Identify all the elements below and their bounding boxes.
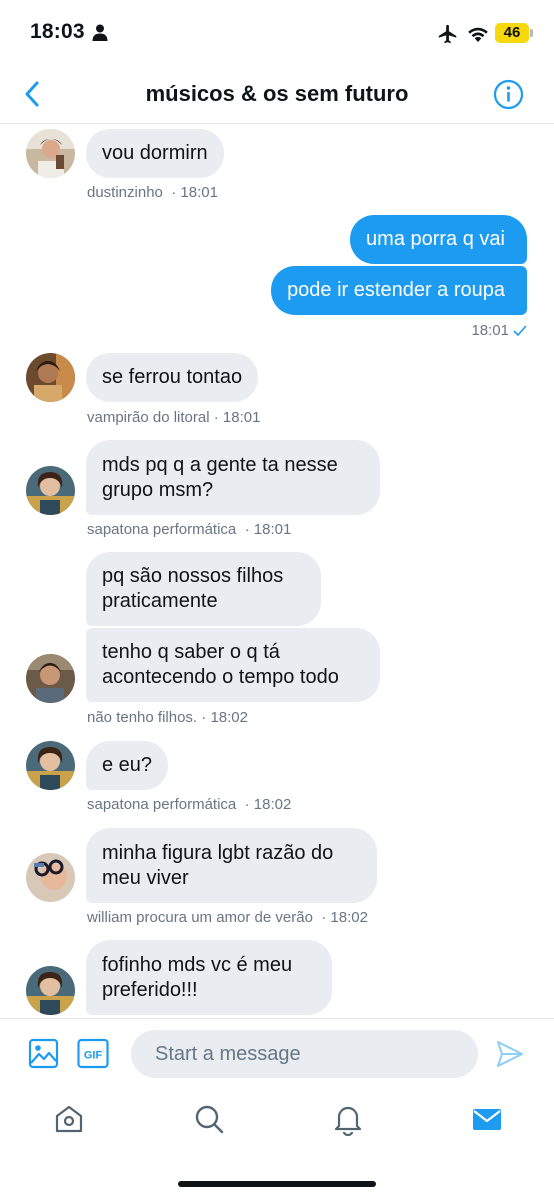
message-bubble[interactable]: fofinho mds vc é meu preferido!!!: [86, 940, 332, 1015]
conversation-title: músicos & os sem futuro: [145, 81, 409, 106]
message-time: 18:01: [471, 322, 509, 339]
avatar[interactable]: [26, 741, 75, 790]
message-bubble[interactable]: vou dormirn: [86, 129, 224, 178]
home-indicator: [178, 1181, 376, 1187]
sender-name: não tenho filhos.: [87, 709, 198, 726]
message-input[interactable]: [131, 1030, 478, 1078]
message-text: se ferrou tontao: [102, 366, 243, 388]
battery-level: 46: [495, 23, 529, 43]
message-text: vou dormirn: [102, 142, 208, 164]
avatar[interactable]: [26, 466, 75, 515]
message-time: 18:02: [210, 709, 248, 726]
message-text: minha figura lgbt razão do meu viver: [102, 841, 334, 889]
status-bar: 18:03 46: [0, 0, 554, 66]
airplane-icon: [438, 24, 457, 44]
message-bubble[interactable]: tenho q saber o q tá acontecendo o tempo…: [86, 628, 380, 702]
image-icon[interactable]: [28, 1038, 59, 1069]
avatar[interactable]: [26, 353, 75, 402]
conversation-header: músicos & os sem futuro: [0, 66, 554, 124]
message-text: fofinho mds vc é meu preferido!!!: [102, 953, 293, 1001]
sender-name: dustinzinho: [87, 184, 163, 201]
message-meta: não tenho filhos. · 18:02: [87, 709, 248, 726]
avatar[interactable]: [26, 129, 75, 178]
message-meta: william procura um amor de verão · 18:02: [87, 909, 368, 926]
message-time: 18:01: [253, 521, 292, 538]
gif-label: GIF: [84, 1050, 103, 1062]
avatar[interactable]: [26, 654, 75, 703]
message-text: pode ir estender a roupa: [287, 279, 505, 301]
info-icon[interactable]: [493, 79, 524, 110]
sender-name: vampirão do litoral: [87, 409, 210, 426]
message-text: pq são nossos filhos praticamente: [102, 565, 284, 612]
sender-name: william procura um amor de verão: [87, 909, 313, 926]
wifi-icon: [468, 27, 488, 42]
message-composer: GIF: [0, 1018, 554, 1088]
notifications-icon[interactable]: [331, 1102, 365, 1136]
message-bubble[interactable]: e eu?: [86, 741, 169, 790]
sender-name: sapatona performática: [87, 796, 237, 813]
message-time: 18:01: [180, 184, 218, 201]
message-meta: dustinzinho · 18:01: [87, 184, 218, 201]
message-bubble[interactable]: se ferrou tontao: [86, 353, 259, 402]
message-meta: 18:01: [471, 322, 527, 339]
message-bubble-outgoing[interactable]: pode ir estender a roupa: [271, 266, 527, 315]
checkmark-icon: [513, 325, 527, 336]
person-icon: [92, 24, 108, 41]
messages-icon[interactable]: [470, 1102, 504, 1136]
message-bubble[interactable]: pq são nossos filhos praticamente: [86, 552, 321, 626]
tab-bar: [0, 1088, 554, 1199]
message-meta: sapatona performática · 18:01: [87, 521, 292, 538]
send-icon[interactable]: [495, 1039, 525, 1069]
search-icon[interactable]: [192, 1102, 226, 1136]
battery-cap: [530, 29, 533, 37]
message-time: 18:02: [330, 909, 368, 926]
message-list[interactable]: vou dormirn dustinzinho · 18:01 uma porr…: [0, 125, 554, 1018]
message-text: tenho q saber o q tá acontecendo o tempo…: [102, 641, 339, 688]
message-bubble-outgoing[interactable]: uma porra q vai: [350, 215, 527, 264]
message-meta: sapatona performática · 18:02: [87, 796, 292, 813]
avatar[interactable]: [26, 966, 75, 1015]
message-text: uma porra q vai: [366, 228, 505, 250]
status-time: 18:03: [30, 20, 85, 43]
message-bubble[interactable]: mds pq q a gente ta nesse grupo msm?: [86, 440, 380, 515]
message-time: 18:01: [222, 409, 261, 426]
message-text: mds pq q a gente ta nesse grupo msm?: [102, 453, 338, 501]
avatar[interactable]: [26, 853, 75, 902]
message-meta: vampirão do litoral · 18:01: [87, 409, 261, 426]
message-bubble[interactable]: minha figura lgbt razão do meu viver: [86, 828, 377, 903]
gif-icon[interactable]: GIF: [77, 1038, 109, 1069]
message-time: 18:02: [253, 796, 292, 813]
sender-name: sapatona performática: [87, 521, 237, 538]
home-icon[interactable]: [52, 1102, 86, 1136]
message-text: e eu?: [102, 754, 153, 776]
